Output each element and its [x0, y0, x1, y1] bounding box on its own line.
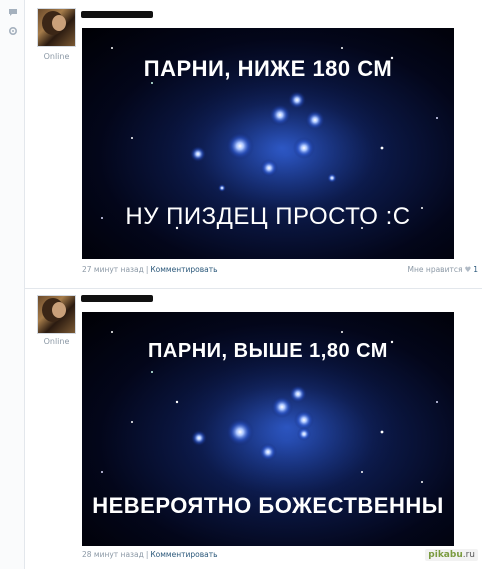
avatar[interactable] — [37, 8, 76, 47]
wall-post: Online — [24, 288, 482, 569]
watermark-prefix: pikabu — [428, 550, 463, 560]
image-bottom-caption: НУ ПИЗДЕЦ ПРОСТО :С — [125, 203, 411, 230]
image-top-caption: ПАРНИ, ВЫШЕ 1,80 СМ — [148, 340, 388, 362]
post-image[interactable]: ПАРНИ, НИЖЕ 180 СМ НУ ПИЗДЕЦ ПРОСТО :С — [82, 28, 454, 259]
image-bottom-caption: НЕВЕРОЯТНО БОЖЕСТВЕННЫ — [92, 493, 444, 518]
comment-icon[interactable] — [8, 8, 18, 18]
post-image[interactable]: ПАРНИ, ВЫШЕ 1,80 СМ НЕВЕРОЯТНО БОЖЕСТВЕН… — [82, 312, 454, 546]
online-status: Online — [43, 52, 70, 61]
like-count: 1 — [473, 265, 478, 274]
comment-link[interactable]: Комментировать — [150, 265, 217, 274]
redacted-author-name — [81, 11, 153, 18]
post-meta: 27 минут назад | Комментировать — [82, 265, 218, 274]
watermark-suffix: .ru — [462, 550, 475, 560]
left-sidebar — [0, 0, 25, 569]
like-label: Мне нравится — [407, 265, 463, 274]
heart-icon: ♥ — [464, 265, 472, 274]
post-time[interactable]: 28 минут назад — [82, 550, 144, 559]
wall-post: Online — [24, 0, 482, 288]
gear-icon[interactable] — [8, 26, 18, 36]
post-meta: 28 минут назад | Комментировать — [82, 550, 218, 559]
site-watermark: pikabu.ru — [425, 549, 478, 561]
post-time[interactable]: 27 минут назад — [82, 265, 144, 274]
image-top-caption: ПАРНИ, НИЖЕ 180 СМ — [143, 56, 393, 81]
like-button[interactable]: Мне нравится ♥ 1 — [408, 265, 478, 274]
meta-separator: | — [145, 550, 149, 559]
comment-link[interactable]: Комментировать — [150, 550, 217, 559]
online-status: Online — [43, 337, 70, 346]
avatar[interactable] — [37, 295, 76, 334]
redacted-author-name — [81, 295, 153, 302]
meta-separator: | — [145, 265, 149, 274]
